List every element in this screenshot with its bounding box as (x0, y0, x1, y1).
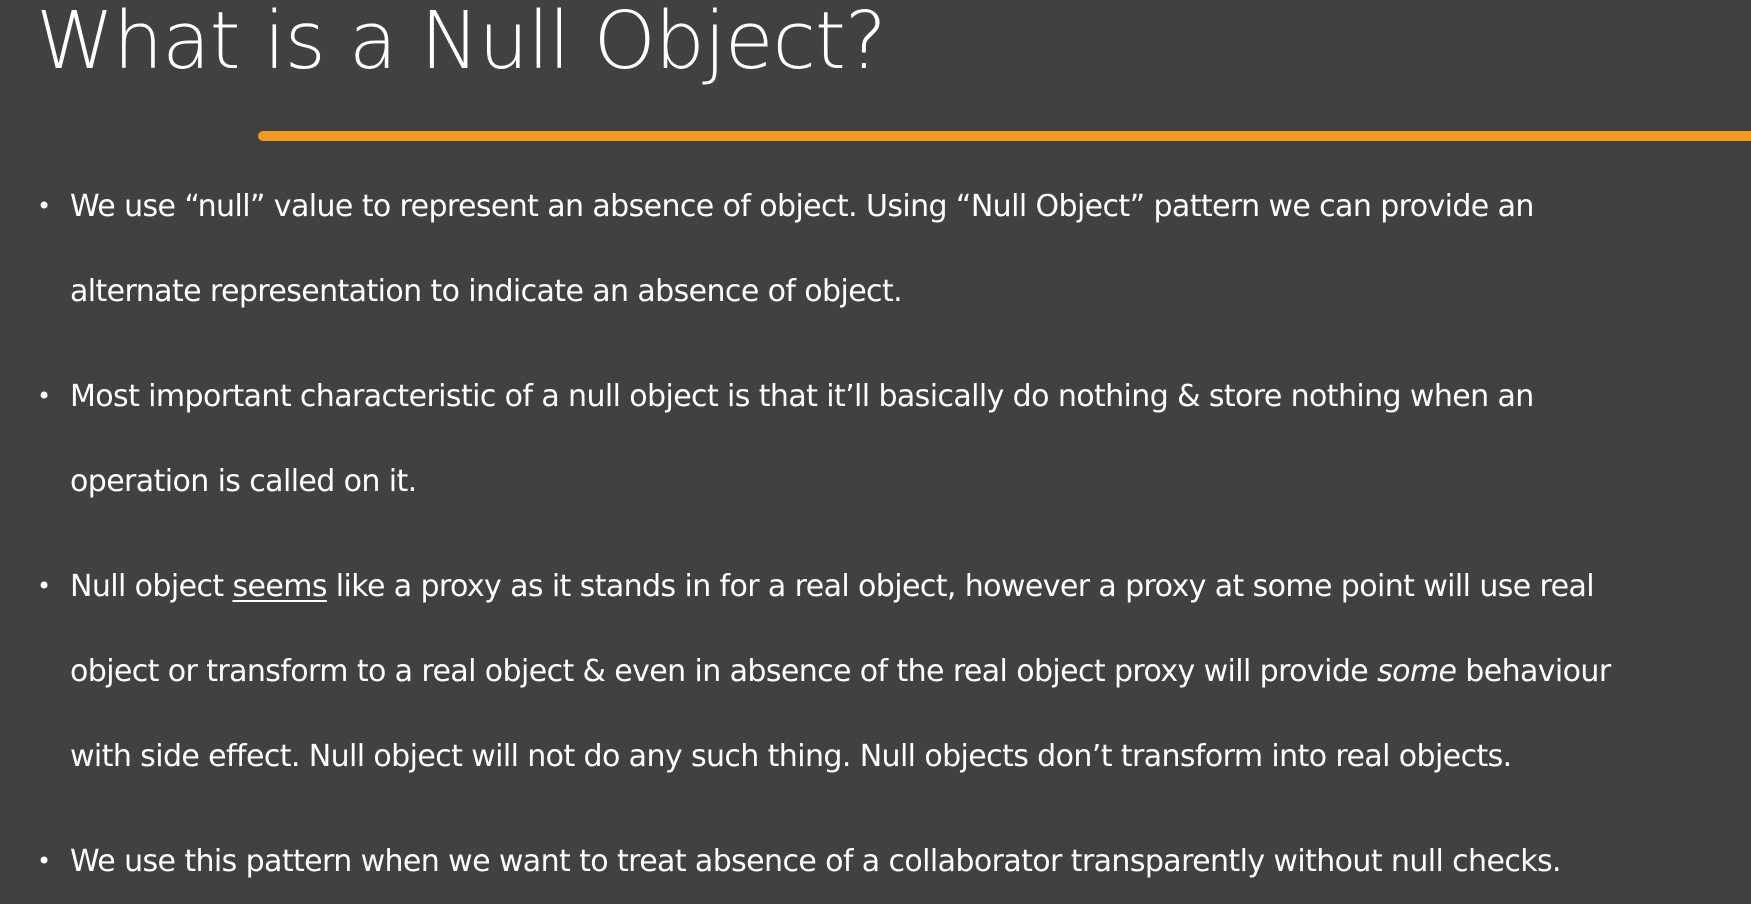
bullet-dot-icon: • (37, 192, 51, 220)
bullet-line: We use “null” value to represent an abse… (70, 189, 1534, 224)
bullet-line: object or transform to a real object & e… (70, 629, 1735, 714)
bullet-dot-icon: • (37, 847, 51, 875)
bullet-text: object or transform to a real object & e… (70, 654, 1378, 689)
bullet-line: Most important characteristic of a null … (70, 379, 1534, 414)
bullet-text: Null object (70, 569, 233, 604)
bullet-line: alternate representation to indicate an … (70, 274, 903, 309)
bullet-text: behaviour (1456, 654, 1611, 689)
underlined-word: seems (232, 569, 327, 604)
bullet-dot-icon: • (37, 382, 51, 410)
bullet-text: like a proxy as it stands in for a real … (326, 569, 1595, 604)
title-accent-rule (258, 131, 1751, 141)
slide-title: What is a Null Object? (36, 0, 887, 87)
slide: What is a Null Object? • We use “null” v… (0, 0, 1751, 883)
bullet-item: • Most important characteristic of a nul… (37, 354, 1735, 524)
bullet-line: with side effect. Null object will not d… (70, 739, 1512, 774)
bullet-dot-icon: • (37, 572, 51, 600)
bullet-item: • We use this pattern when we want to tr… (37, 819, 1735, 904)
bullet-item: • We use “null” value to represent an ab… (37, 164, 1735, 334)
bullet-line: operation is called on it. (70, 464, 417, 499)
italic-word: some (1377, 654, 1457, 689)
bullet-line: We use this pattern when we want to trea… (70, 844, 1562, 879)
bullet-item: • Null object seems like a proxy as it s… (37, 544, 1735, 799)
bullet-line: Null object seems like a proxy as it sta… (70, 544, 1735, 629)
